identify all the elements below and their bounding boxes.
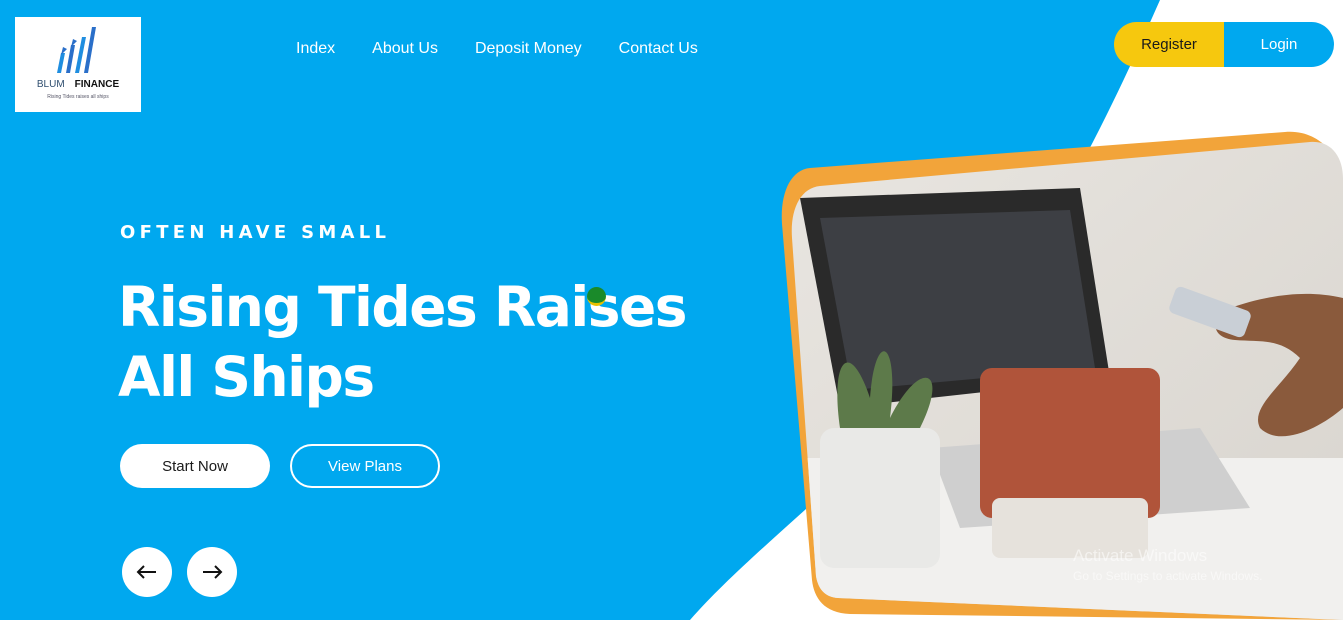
logo-wordmark: BLUM FINANCE [15,79,141,90]
hero-eyebrow: OFTEN HAVE SMALL [120,222,391,243]
logo-bars-icon [57,27,96,73]
start-now-button[interactable]: Start Now [120,444,270,488]
main-nav: Index About Us Deposit Money Contact Us [296,39,698,59]
slider-prev-button[interactable] [122,547,172,597]
nav-item-about-us[interactable]: About Us [372,39,438,59]
hero-headline-line-2: All Ships [118,345,375,409]
login-button[interactable]: Login [1224,22,1334,67]
arrow-right-icon [203,565,223,579]
watermark-title: Activate Windows [1073,546,1208,565]
logo-tagline: Rising Tides raises all ships [47,94,109,100]
nav-item-index[interactable]: Index [296,39,335,59]
watermark-subtitle: Go to Settings to activate Windows. [1073,569,1263,583]
view-plans-button[interactable]: View Plans [290,444,440,488]
nav-item-deposit-money[interactable]: Deposit Money [475,39,582,59]
hero-headline: Rising Tides Raises All Ships [118,272,718,412]
cursor-indicator [587,287,606,306]
hero-headline-line-1: Rising Tides Raises [118,275,688,339]
auth-buttons: Register Login [1114,22,1334,67]
windows-activation-watermark: Activate Windows Go to Settings to activ… [1073,546,1262,583]
logo-word-1: BLUM [36,79,65,90]
logo-word-2: FINANCE [74,79,120,90]
arrow-left-icon [136,565,156,579]
register-button[interactable]: Register [1114,22,1224,67]
slider-next-button[interactable] [187,547,237,597]
nav-item-contact-us[interactable]: Contact Us [619,39,698,59]
logo[interactable]: BLUM FINANCE Rising Tides raises all ship… [15,17,141,112]
